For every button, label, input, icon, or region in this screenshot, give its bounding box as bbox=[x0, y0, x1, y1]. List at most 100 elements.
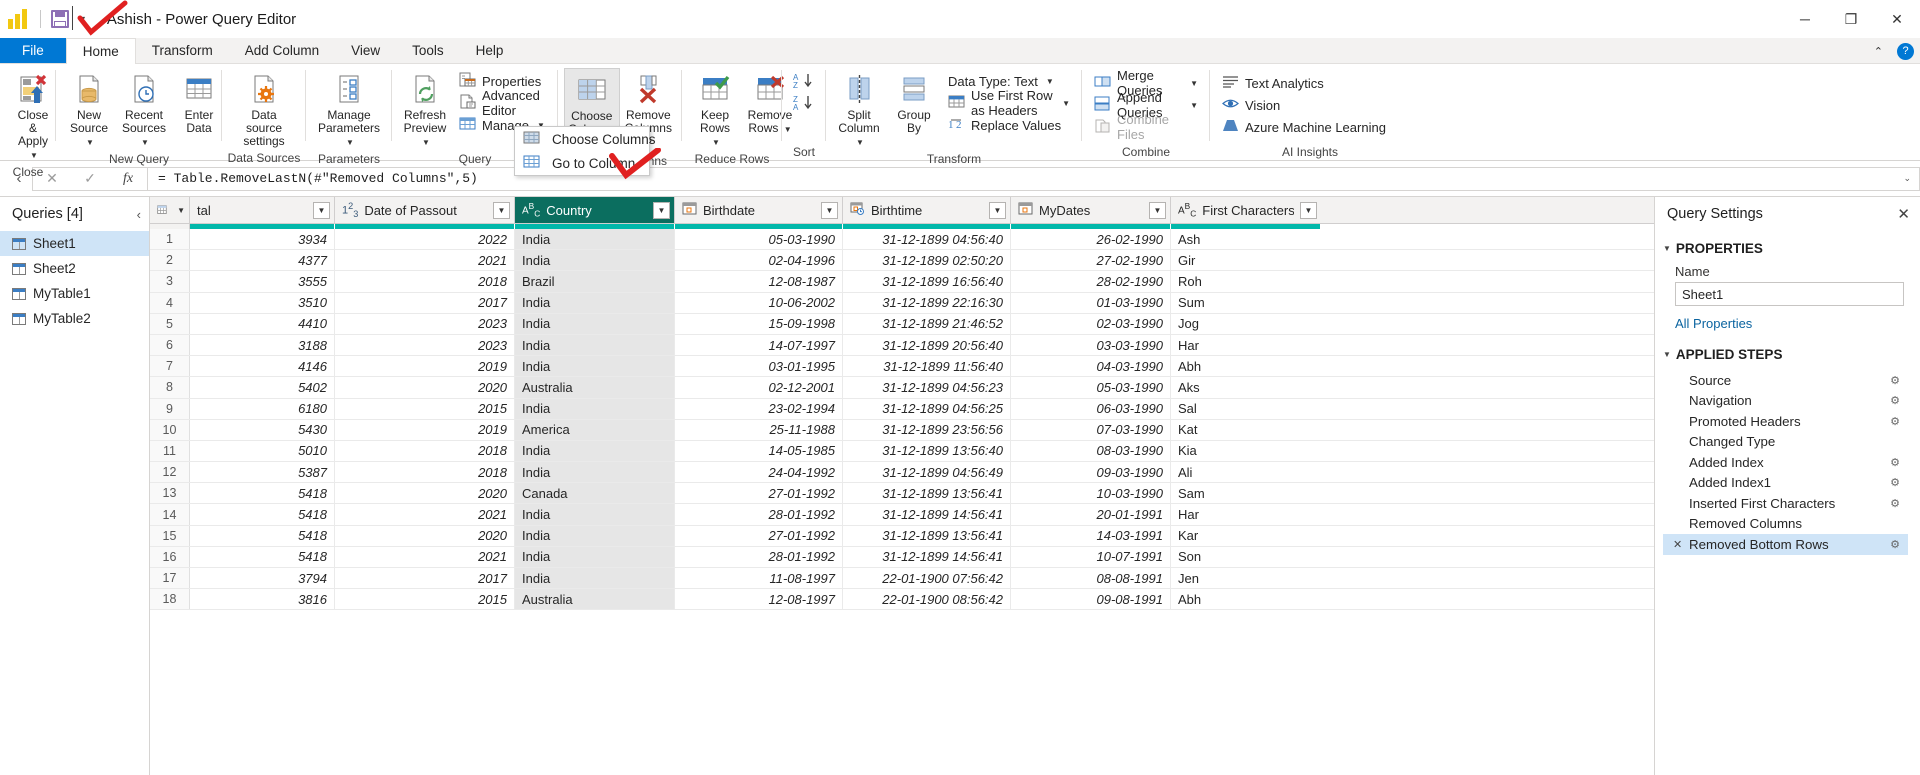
cell-mydates[interactable]: 03-03-1990 bbox=[1011, 335, 1171, 355]
data-source-settings-button[interactable]: Data sourcesettings bbox=[228, 68, 300, 151]
applied-step-item[interactable]: Inserted First Characters⚙ bbox=[1663, 493, 1908, 514]
applied-step-item[interactable]: Navigation⚙ bbox=[1663, 391, 1908, 412]
column-header-mydates[interactable]: MyDates ▼ bbox=[1011, 197, 1171, 223]
cell-birthdate[interactable]: 02-04-1996 bbox=[675, 250, 843, 270]
cell-country[interactable]: India bbox=[515, 229, 675, 249]
table-row[interactable]: 1253872018India24-04-199231-12-1899 04:5… bbox=[150, 462, 1654, 483]
text-analytics-button[interactable]: Text Analytics bbox=[1216, 72, 1392, 94]
cell-mydates[interactable]: 28-02-1990 bbox=[1011, 271, 1171, 291]
row-number-cell[interactable]: 3 bbox=[150, 271, 190, 291]
filter-chevron-down-icon[interactable]: ▼ bbox=[1149, 202, 1166, 219]
cell-birthdate[interactable]: 28-01-1992 bbox=[675, 504, 843, 524]
table-row[interactable]: 139342022India05-03-199031-12-1899 04:56… bbox=[150, 229, 1654, 250]
cell-first[interactable]: Abh bbox=[1171, 356, 1321, 376]
cell-first[interactable]: Kat bbox=[1171, 420, 1321, 440]
cell-birthdate[interactable]: 12-08-1987 bbox=[675, 271, 843, 291]
table-row[interactable]: 435102017India10-06-200231-12-1899 22:16… bbox=[150, 293, 1654, 314]
gear-icon[interactable]: ⚙ bbox=[1890, 415, 1900, 428]
cell-passout[interactable]: 2020 bbox=[335, 377, 515, 397]
cell-tal[interactable]: 3934 bbox=[190, 229, 335, 249]
merge-queries-chevron-down-icon[interactable]: ▼ bbox=[1190, 79, 1198, 88]
cell-tal[interactable]: 5418 bbox=[190, 483, 335, 503]
cell-tal[interactable]: 4146 bbox=[190, 356, 335, 376]
cell-first[interactable]: Ash bbox=[1171, 229, 1321, 249]
cell-birthdate[interactable]: 27-01-1992 bbox=[675, 483, 843, 503]
gear-icon[interactable]: ⚙ bbox=[1890, 476, 1900, 489]
replace-values-button[interactable]: 1 2 Replace Values bbox=[942, 114, 1076, 136]
cell-mydates[interactable]: 01-03-1990 bbox=[1011, 293, 1171, 313]
applied-step-item[interactable]: Added Index⚙ bbox=[1663, 452, 1908, 473]
cell-birthtime[interactable]: 31-12-1899 04:56:40 bbox=[843, 229, 1011, 249]
cell-birthdate[interactable]: 02-12-2001 bbox=[675, 377, 843, 397]
cell-birthdate[interactable]: 24-04-1992 bbox=[675, 462, 843, 482]
applied-steps-heading-row[interactable]: ▼ APPLIED STEPS bbox=[1663, 343, 1908, 366]
row-number-cell[interactable]: 2 bbox=[150, 250, 190, 270]
table-row[interactable]: 741462019India03-01-199531-12-1899 11:56… bbox=[150, 356, 1654, 377]
cell-first[interactable]: Sal bbox=[1171, 399, 1321, 419]
table-row[interactable]: 1354182020Canada27-01-199231-12-1899 13:… bbox=[150, 483, 1654, 504]
cell-mydates[interactable]: 10-07-1991 bbox=[1011, 547, 1171, 567]
close-icon[interactable]: ✕ bbox=[1897, 205, 1910, 223]
query-item-sheet2[interactable]: Sheet2 bbox=[0, 256, 149, 281]
cell-first[interactable]: Ali bbox=[1171, 462, 1321, 482]
grid-corner-header[interactable]: ▼ bbox=[150, 197, 190, 223]
tab-view[interactable]: View bbox=[335, 38, 396, 63]
query-item-sheet1[interactable]: Sheet1 bbox=[0, 231, 149, 256]
formula-fx-icon[interactable]: fx bbox=[109, 171, 147, 187]
cell-birthdate[interactable]: 11-08-1997 bbox=[675, 568, 843, 588]
cell-country[interactable]: India bbox=[515, 568, 675, 588]
gear-icon[interactable]: ⚙ bbox=[1890, 497, 1900, 510]
cell-country[interactable]: Brazil bbox=[515, 271, 675, 291]
filter-chevron-down-icon[interactable]: ▼ bbox=[1300, 202, 1317, 219]
cell-mydates[interactable]: 07-03-1990 bbox=[1011, 420, 1171, 440]
cell-tal[interactable]: 4377 bbox=[190, 250, 335, 270]
cell-first[interactable]: Kar bbox=[1171, 526, 1321, 546]
cell-tal[interactable]: 5418 bbox=[190, 547, 335, 567]
cell-first[interactable]: Aks bbox=[1171, 377, 1321, 397]
cell-first[interactable]: Jen bbox=[1171, 568, 1321, 588]
cell-country[interactable]: India bbox=[515, 250, 675, 270]
cell-country[interactable]: America bbox=[515, 420, 675, 440]
cell-country[interactable]: Canada bbox=[515, 483, 675, 503]
cell-mydates[interactable]: 04-03-1990 bbox=[1011, 356, 1171, 376]
cell-mydates[interactable]: 09-03-1990 bbox=[1011, 462, 1171, 482]
cell-birthdate[interactable]: 10-06-2002 bbox=[675, 293, 843, 313]
cell-passout[interactable]: 2023 bbox=[335, 314, 515, 334]
table-row[interactable]: 335552018Brazil12-08-198731-12-1899 16:5… bbox=[150, 271, 1654, 292]
cell-birthtime[interactable]: 31-12-1899 22:16:30 bbox=[843, 293, 1011, 313]
minimize-button[interactable]: ─ bbox=[1782, 0, 1828, 38]
cell-first[interactable]: Gir bbox=[1171, 250, 1321, 270]
applied-step-item[interactable]: Added Index1⚙ bbox=[1663, 473, 1908, 494]
first-row-headers-chevron-down-icon[interactable]: ▼ bbox=[1062, 99, 1070, 108]
cell-birthtime[interactable]: 31-12-1899 13:56:41 bbox=[843, 483, 1011, 503]
row-number-cell[interactable]: 7 bbox=[150, 356, 190, 376]
cell-passout[interactable]: 2021 bbox=[335, 250, 515, 270]
cell-birthdate[interactable]: 05-03-1990 bbox=[675, 229, 843, 249]
queries-pane-collapse-icon[interactable]: ‹ bbox=[137, 207, 141, 222]
corner-chevron-down-icon[interactable]: ▼ bbox=[177, 206, 185, 215]
cell-mydates[interactable]: 14-03-1991 bbox=[1011, 526, 1171, 546]
new-source-button[interactable]: NewSource ▼ bbox=[62, 68, 116, 152]
cell-first[interactable]: Kia bbox=[1171, 441, 1321, 461]
save-icon[interactable] bbox=[51, 10, 69, 28]
cell-passout[interactable]: 2022 bbox=[335, 229, 515, 249]
cell-birthdate[interactable]: 25-11-1988 bbox=[675, 420, 843, 440]
table-row[interactable]: 854022020Australia02-12-200131-12-1899 0… bbox=[150, 377, 1654, 398]
cell-birthtime[interactable]: 31-12-1899 11:56:40 bbox=[843, 356, 1011, 376]
cell-birthtime[interactable]: 31-12-1899 23:56:56 bbox=[843, 420, 1011, 440]
cell-country[interactable]: India bbox=[515, 356, 675, 376]
close-and-apply-button[interactable]: Close &Apply ▼ bbox=[6, 68, 60, 165]
cell-passout[interactable]: 2023 bbox=[335, 335, 515, 355]
cell-first[interactable]: Jog bbox=[1171, 314, 1321, 334]
cell-first[interactable]: Sum bbox=[1171, 293, 1321, 313]
applied-step-item[interactable]: Changed Type bbox=[1663, 432, 1908, 453]
row-number-cell[interactable]: 6 bbox=[150, 335, 190, 355]
cell-first[interactable]: Abh bbox=[1171, 589, 1321, 609]
row-number-cell[interactable]: 18 bbox=[150, 589, 190, 609]
sort-descending-button[interactable]: Z A bbox=[793, 94, 815, 114]
cell-first[interactable]: Roh bbox=[1171, 271, 1321, 291]
cell-birthtime[interactable]: 31-12-1899 13:56:40 bbox=[843, 441, 1011, 461]
cell-passout[interactable]: 2017 bbox=[335, 568, 515, 588]
table-row[interactable]: 243772021India02-04-199631-12-1899 02:50… bbox=[150, 250, 1654, 271]
cell-passout[interactable]: 2021 bbox=[335, 504, 515, 524]
